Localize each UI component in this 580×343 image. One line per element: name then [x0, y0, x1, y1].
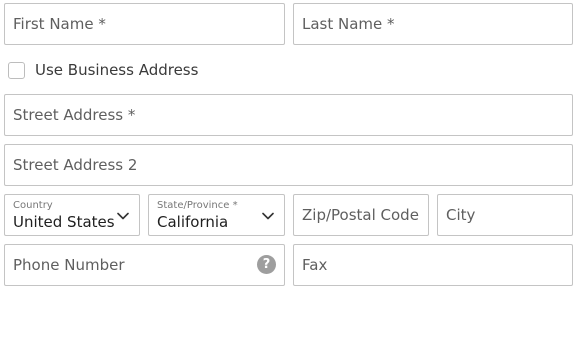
street-address-field[interactable] — [4, 94, 573, 136]
state-select[interactable]: State/Province * California — [148, 194, 285, 236]
use-business-address-checkbox[interactable] — [8, 61, 25, 79]
first-name-input[interactable] — [5, 4, 284, 44]
chevron-down-icon — [117, 212, 129, 220]
last-name-input[interactable] — [294, 4, 572, 44]
zip-input[interactable] — [294, 195, 428, 235]
use-business-address-row[interactable]: Use Business Address — [8, 60, 198, 80]
state-value: California — [157, 213, 229, 231]
state-label: State/Province * — [157, 200, 238, 211]
street-address-2-field[interactable] — [4, 144, 573, 186]
street-address-2-input[interactable] — [5, 145, 572, 185]
last-name-field[interactable] — [293, 3, 573, 45]
fax-field[interactable] — [293, 244, 573, 286]
phone-field[interactable]: ? — [4, 244, 285, 286]
country-select[interactable]: Country United States — [4, 194, 140, 236]
country-value: United States — [13, 213, 115, 231]
city-input[interactable] — [438, 195, 572, 235]
chevron-down-icon — [262, 212, 274, 220]
phone-input[interactable] — [5, 245, 284, 285]
zip-field[interactable] — [293, 194, 429, 236]
help-icon[interactable]: ? — [257, 255, 276, 274]
street-address-input[interactable] — [5, 95, 572, 135]
first-name-field[interactable] — [4, 3, 285, 45]
fax-input[interactable] — [294, 245, 572, 285]
city-field[interactable] — [437, 194, 573, 236]
country-label: Country — [13, 200, 53, 211]
use-business-address-label: Use Business Address — [35, 61, 199, 79]
